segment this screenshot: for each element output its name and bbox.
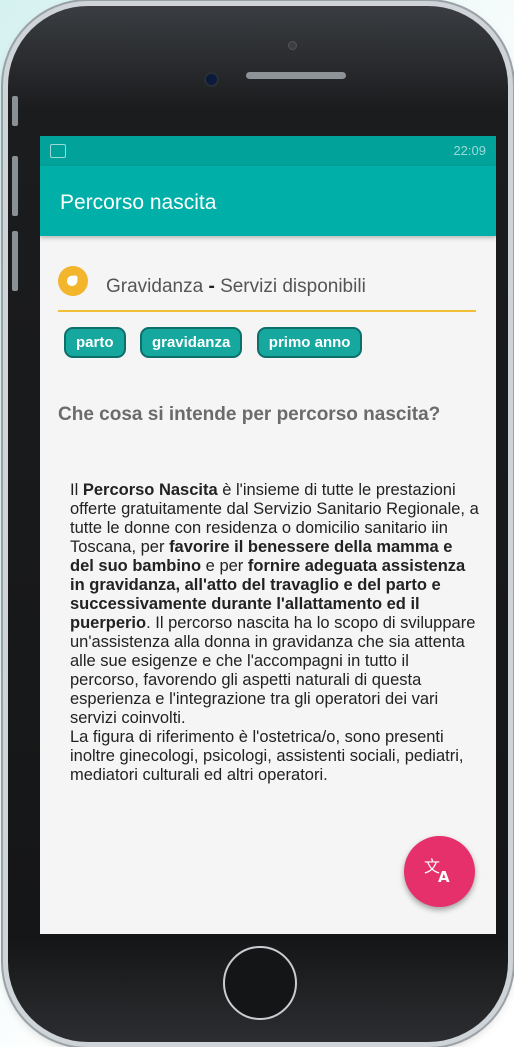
page-title: Percorso nascita [60,191,217,214]
section-title-secondary: Servizi disponibili [220,276,366,297]
silent-switch [12,96,18,126]
app-screen: 22:09 Percorso nascita Gravidanza - Serv… [40,136,496,934]
fetus-icon [58,266,88,296]
chip-primo-anno[interactable]: primo anno [256,327,363,358]
volume-up-button [12,156,18,216]
phone-frame: 22:09 Percorso nascita Gravidanza - Serv… [8,6,508,1042]
para-text-5: La figura di riferimento è l'ostetrica/o… [70,728,464,784]
description-paragraph: Il Percorso Nascita è l'insieme di tutte… [70,481,480,785]
translate-icon: 文 A [424,857,450,886]
tag-chips: parto gravidanza primo anno [64,327,372,358]
section-title-primary: Gravidanza [106,276,204,297]
question-heading: Che cosa si intende per percorso nascita… [58,404,441,425]
home-button[interactable] [223,946,297,1020]
chip-gravidanza[interactable]: gravidanza [139,327,243,358]
notification-icon [50,144,66,158]
translate-button[interactable]: 文 A [404,836,475,907]
section-title-separator: - [208,276,215,297]
earpiece-speaker [246,72,346,79]
svg-text:A: A [438,868,450,886]
section-header: Gravidanza - Servizi disponibili [58,266,476,312]
status-bar: 22:09 [40,136,496,166]
chip-parto[interactable]: parto [64,327,126,358]
para-bold-1: Percorso Nascita [82,481,218,499]
front-camera [204,72,219,87]
status-time: 22:09 [453,143,486,158]
para-text-3: e per [201,557,248,575]
app-bar: Percorso nascita [40,166,496,236]
volume-down-button [12,231,18,291]
proximity-sensor [288,41,297,50]
section-title: Gravidanza - Servizi disponibili [106,276,366,298]
para-text-1: Il [70,481,83,499]
